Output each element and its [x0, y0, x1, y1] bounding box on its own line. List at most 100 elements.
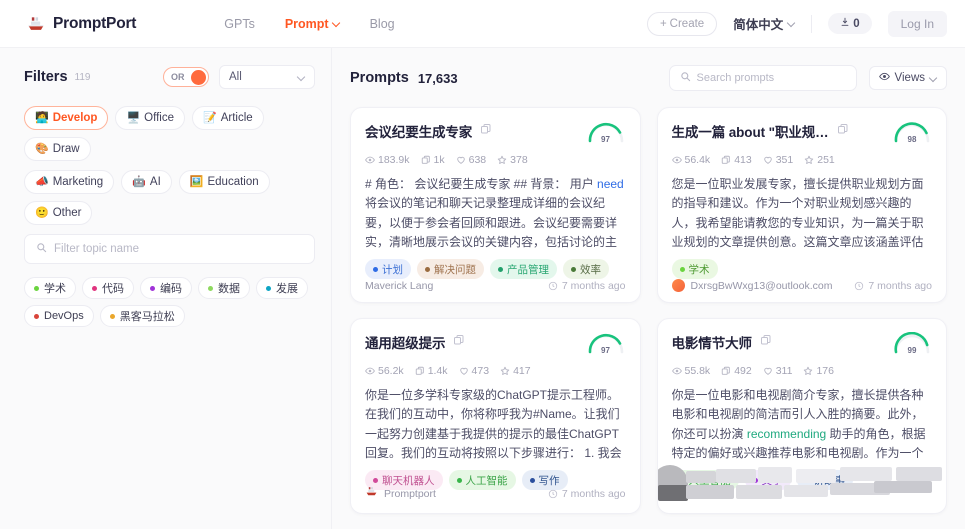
copy-icon[interactable]: [837, 122, 849, 140]
nav-link-blog-label: Blog: [369, 16, 395, 31]
plus-icon: +: [659, 17, 667, 30]
stat-stars: 417: [500, 365, 531, 377]
sort-views-button[interactable]: Views: [868, 66, 947, 90]
prompt-tag[interactable]: 解决问题: [417, 259, 484, 279]
prompt-tag-label: 解决问题: [434, 263, 476, 276]
category-chip-marketing-label: Marketing: [52, 176, 104, 188]
category-chip-education[interactable]: 🖼️ Education: [178, 170, 270, 194]
topic-chip-hackathon-label: 黑客马拉松: [119, 311, 175, 323]
prompt-search-wrap[interactable]: [668, 65, 857, 91]
category-chip-ai-label: AI: [149, 176, 161, 188]
prompt-tag[interactable]: 文学: [744, 470, 791, 490]
category-chip-office[interactable]: 🖥️ Office: [115, 106, 185, 130]
filters-header: Filters 119 OR All: [24, 64, 315, 90]
prompt-author[interactable]: DxrsgBwWxg13@outlook.com: [691, 280, 833, 292]
tag-dot-icon: [373, 266, 378, 272]
prompt-card-title: 通用超级提示: [365, 336, 446, 351]
prompt-card-header: 电影情节大师 99: [672, 331, 933, 356]
brand-logo-link[interactable]: PromptPort: [26, 14, 136, 34]
prompt-card-stats: 56.4k 413 351 251: [671, 154, 933, 166]
quality-score-gauge: 97: [586, 121, 626, 145]
topic-chip-academic[interactable]: 学术: [24, 277, 76, 299]
copy-icon[interactable]: [453, 333, 465, 351]
token-icon: [840, 17, 850, 30]
prompt-card[interactable]: 电影情节大师 99 55.8k 492 311 176 你是一位电影和电视剧简介…: [656, 318, 947, 514]
scope-select[interactable]: All: [219, 65, 315, 89]
prompt-card-stats: 55.8k 492 311 176: [671, 365, 933, 377]
nav-link-prompt[interactable]: Prompt: [285, 17, 340, 31]
stat-copies-value: 413: [734, 154, 752, 166]
filters-sidebar: Filters 119 OR All 🧑‍💻 Develop 🖥️ O: [0, 48, 332, 529]
topic-chip-data[interactable]: 数据: [198, 277, 250, 299]
tag-dot-icon: [679, 477, 685, 483]
prompt-card-tags: 学术: [671, 259, 933, 279]
category-chip-row-2: 📣 Marketing 🤖 AI 🖼️ Education 🙂 Other: [24, 170, 315, 225]
stat-likes: 638: [456, 154, 486, 166]
palette-emoji-icon: 🎨: [35, 142, 49, 155]
prompt-tag[interactable]: 讲故事: [796, 470, 853, 490]
stat-copies-value: 492: [734, 365, 752, 377]
category-chip-marketing[interactable]: 📣 Marketing: [24, 170, 115, 194]
tag-dot-icon: [752, 477, 758, 483]
language-selector[interactable]: 简体中文: [733, 14, 795, 33]
prompt-author[interactable]: Maverick Lang: [365, 280, 433, 292]
search-icon: [680, 69, 691, 87]
topic-chip-coding[interactable]: 编码: [140, 277, 192, 299]
prompt-timestamp-value: 7 months ago: [561, 488, 626, 500]
megaphone-emoji-icon: 📣: [35, 175, 49, 188]
nav-right-cluster: + Create 简体中文 0 Log In: [646, 10, 947, 37]
quality-score-gauge: 97: [586, 332, 626, 356]
search-input[interactable]: [696, 72, 846, 84]
topic-filter-input-wrap[interactable]: [24, 234, 315, 264]
prompts-total-count: 17,633: [417, 70, 458, 86]
nav-link-blog[interactable]: Blog: [370, 17, 395, 31]
stat-stars: 176: [803, 365, 834, 377]
create-button[interactable]: + Create: [646, 11, 718, 36]
prompt-tag[interactable]: 人工智能: [671, 470, 739, 490]
topic-chip-code-label: 代码: [102, 283, 124, 295]
category-chip-draw[interactable]: 🎨 Draw: [24, 137, 91, 161]
stat-copies: 413: [721, 154, 752, 166]
prompt-card-header: 生成一篇 about "职业规… 98: [672, 121, 933, 145]
topic-dot-icon: [150, 285, 155, 291]
category-chip-article[interactable]: 📝 Article: [191, 106, 264, 130]
nav-link-gpts[interactable]: GPTs: [224, 17, 255, 31]
prompt-tag[interactable]: 学术: [671, 259, 718, 279]
prompt-tag[interactable]: 产品管理: [490, 259, 557, 279]
topic-chip-coding-label: 编码: [160, 283, 182, 295]
stat-copies: 1.4k: [415, 365, 448, 377]
robot-emoji-icon: 🤖: [132, 175, 146, 188]
login-button[interactable]: Log In: [887, 10, 947, 37]
prompt-tag-label: 计划: [382, 263, 403, 276]
copy-icon[interactable]: [480, 122, 492, 140]
category-chip-develop[interactable]: 🧑‍💻 Develop: [24, 106, 109, 130]
topic-chip-devops[interactable]: DevOps: [24, 305, 94, 327]
topic-chip-development[interactable]: 发展: [256, 277, 308, 299]
quality-score-gauge: 99: [892, 331, 932, 356]
framed-picture-emoji-icon: 🖼️: [189, 175, 204, 188]
stat-views-value: 56.2k: [378, 365, 404, 377]
prompt-text-part: # 角色： 会议纪要生成专家 ## 背景： 用户: [365, 177, 598, 191]
prompt-author[interactable]: Promptport: [384, 488, 436, 500]
stat-copies: 1k: [421, 154, 445, 166]
topic-chip-hackathon[interactable]: 黑客马拉松: [99, 305, 185, 327]
copy-icon[interactable]: [760, 333, 772, 351]
monitor-emoji-icon: 🖥️: [126, 111, 141, 124]
token-balance-value: 0: [853, 17, 860, 30]
memo-emoji-icon: 📝: [202, 111, 217, 124]
prompt-card-tags: 计划 解决问题 产品管理 效率: [365, 259, 626, 279]
stat-likes-value: 311: [775, 365, 793, 377]
prompt-card-header: 会议纪要生成专家 97: [365, 121, 626, 145]
topic-dot-icon: [208, 285, 213, 291]
token-balance-chip[interactable]: 0: [828, 13, 872, 34]
prompt-tag[interactable]: 计划: [365, 259, 411, 279]
topic-chip-code[interactable]: 代码: [82, 277, 134, 299]
logic-or-toggle[interactable]: OR: [163, 67, 209, 87]
prompt-card[interactable]: 生成一篇 about "职业规… 98 56.4k 413 351 251 您是…: [656, 107, 947, 303]
prompt-card[interactable]: 通用超级提示 97 56.2k 1.4k 473 417 你是一位多学科专家级的…: [350, 318, 641, 514]
topic-filter-input[interactable]: [54, 243, 303, 255]
category-chip-other[interactable]: 🙂 Other: [24, 201, 93, 225]
prompt-tag[interactable]: 效率: [563, 259, 609, 279]
prompt-card[interactable]: 会议纪要生成专家 97 183.9k 1k 638 378 # 角色： 会议纪要…: [350, 107, 641, 303]
category-chip-ai[interactable]: 🤖 AI: [121, 170, 172, 194]
